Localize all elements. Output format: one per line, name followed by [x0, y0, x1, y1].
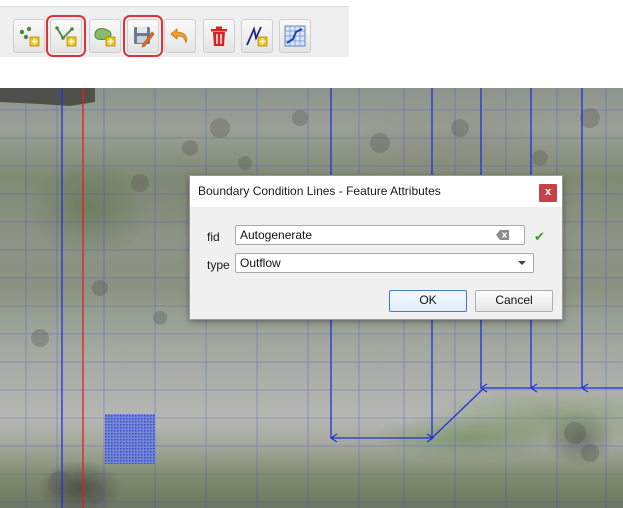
delete-icon: [211, 26, 227, 46]
add-polygon-button[interactable]: [89, 19, 121, 53]
dialog-titlebar: Boundary Condition Lines - Feature Attri…: [190, 176, 562, 207]
boundary-line-tool-button[interactable]: [241, 19, 273, 53]
type-value: Outflow: [240, 256, 281, 270]
close-button[interactable]: x: [539, 184, 557, 202]
fid-value: Autogenerate: [240, 228, 313, 242]
valid-check-icon: ✔: [534, 229, 545, 244]
close-icon: x: [544, 186, 552, 198]
cancel-button[interactable]: Cancel: [475, 290, 553, 312]
add-polygon-feature-icon: [94, 28, 116, 47]
dialog-title: Boundary Condition Lines - Feature Attri…: [198, 184, 441, 198]
add-line-feature-icon: [55, 26, 77, 47]
grid-schematize-icon: [284, 25, 306, 47]
ok-button[interactable]: OK: [389, 290, 467, 312]
undo-icon: [170, 28, 187, 44]
fid-label: fid: [207, 230, 220, 244]
chevron-down-icon: [518, 261, 526, 265]
fid-field[interactable]: Autogenerate: [235, 225, 525, 245]
save-edits-icon: [134, 27, 155, 48]
undo-button[interactable]: [164, 19, 196, 53]
delete-button[interactable]: [203, 19, 235, 53]
add-line-button[interactable]: [46, 15, 86, 57]
add-point-button[interactable]: [13, 19, 45, 53]
selected-grid-cell: [105, 414, 155, 464]
feature-attributes-dialog: Boundary Condition Lines - Feature Attri…: [189, 175, 563, 320]
building-shadow: [0, 88, 95, 106]
save-edits-button[interactable]: [123, 15, 163, 57]
flow-direction-arrows: [329, 383, 589, 443]
editing-toolbar: [0, 6, 349, 57]
type-select[interactable]: Outflow: [235, 253, 534, 273]
boundary-line-tool-icon: [246, 26, 268, 47]
type-label: type: [207, 258, 230, 272]
clear-field-icon[interactable]: [496, 230, 510, 240]
grid-schematize-button[interactable]: [279, 19, 311, 53]
add-point-feature-icon: [19, 26, 40, 47]
